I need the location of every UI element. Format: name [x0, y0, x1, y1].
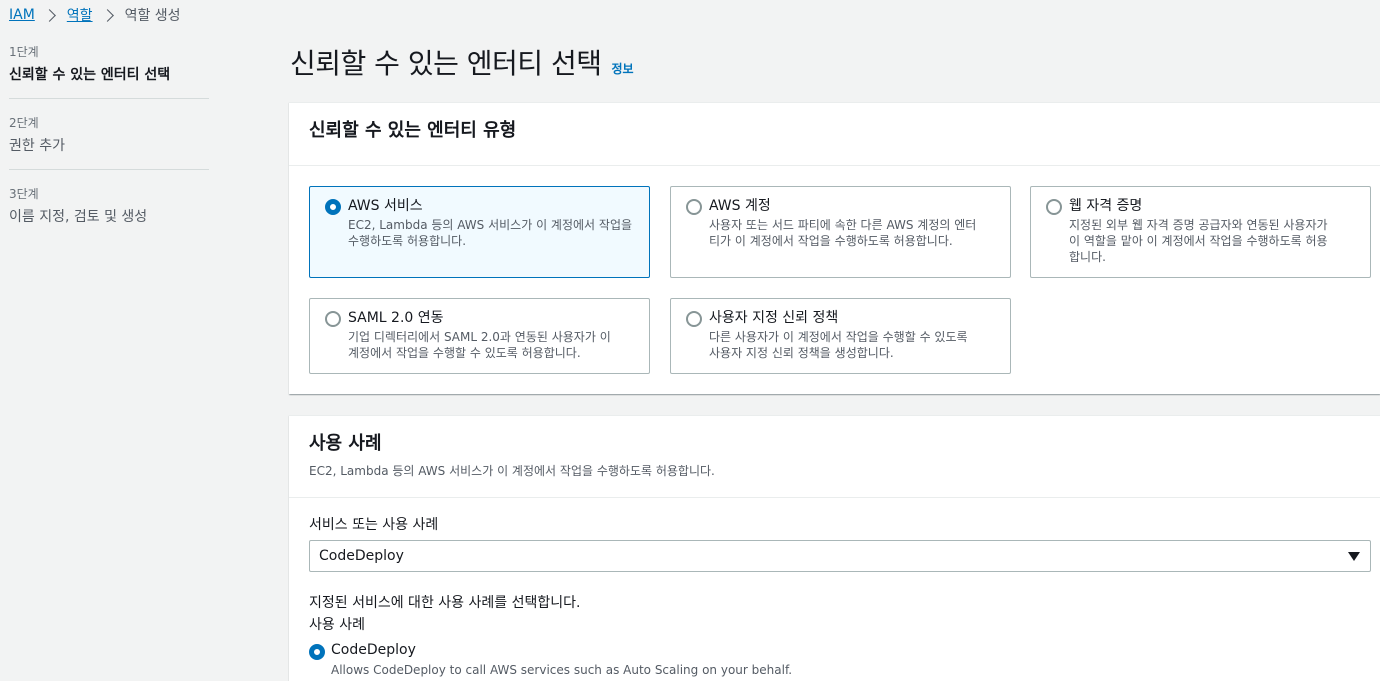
tile-custom-trust-policy[interactable]: 사용자 지정 신뢰 정책 다른 사용자가 이 계정에서 작업을 수행할 수 있도… [670, 298, 1011, 374]
breadcrumb-current: 역할 생성 [124, 8, 181, 24]
tile-description: EC2, Lambda 등의 AWS 서비스가 이 계정에서 작업을 수행하도록… [348, 217, 637, 249]
tile-description: 지정된 외부 웹 자격 증명 공급자와 연동된 사용자가 이 역할을 맡아 이 … [1069, 217, 1358, 265]
step-number: 2단계 [9, 116, 39, 130]
breadcrumb-iam-link[interactable]: IAM [9, 7, 35, 23]
radio-empty-icon[interactable] [686, 199, 702, 215]
service-select[interactable]: CodeDeploy [309, 540, 1371, 572]
choose-use-case-text: 지정된 서비스에 대한 사용 사례를 선택합니다. [309, 595, 581, 611]
wizard-step-3: 3단계 이름 지정, 검토 및 생성 [9, 186, 209, 240]
use-case-option-title[interactable]: CodeDeploy [331, 642, 416, 658]
step-title: 신뢰할 수 있는 엔터티 선택 [9, 67, 171, 83]
chevron-right-icon [100, 8, 114, 22]
service-select-label: 서비스 또는 사용 사례 [309, 517, 439, 533]
tile-desc-line: 사용자 지정 신뢰 정책을 생성합니다. [709, 346, 894, 360]
tile-desc-line: 티가 이 계정에서 작업을 수행하도록 허용합니다. [709, 234, 953, 248]
tile-aws-service[interactable]: AWS 서비스 EC2, Lambda 등의 AWS 서비스가 이 계정에서 작… [309, 186, 650, 278]
step-number: 1단계 [9, 45, 39, 59]
use-case-label: 사용 사례 [309, 617, 365, 633]
info-link[interactable]: 정보 [611, 60, 633, 77]
tile-aws-account[interactable]: AWS 계정 사용자 또는 서드 파티에 속한 다른 AWS 계정의 엔터 티가… [670, 186, 1011, 278]
tile-desc-line: 계정에서 작업을 수행할 수 있도록 허용합니다. [348, 346, 581, 360]
tile-saml-federation[interactable]: SAML 2.0 연동 기업 디렉터리에서 SAML 2.0과 연동된 사용자가… [309, 298, 650, 374]
tile-description: 다른 사용자가 이 계정에서 작업을 수행할 수 있도록 사용자 지정 신뢰 정… [709, 329, 998, 361]
tile-desc-line: 기업 디렉터리에서 SAML 2.0과 연동된 사용자가 이 [348, 330, 611, 344]
tile-description: 기업 디렉터리에서 SAML 2.0과 연동된 사용자가 이 계정에서 작업을 … [348, 329, 637, 361]
panel-header: 사용 사례 EC2, Lambda 등의 AWS 서비스가 이 계정에서 작업을… [289, 416, 1380, 498]
radio-empty-icon[interactable] [325, 311, 341, 327]
wizard-step-1: 1단계 신뢰할 수 있는 엔터티 선택 [9, 44, 209, 99]
tile-desc-line: 합니다. [1069, 250, 1106, 264]
page-header: 신뢰할 수 있는 엔터티 선택 정보 [290, 42, 634, 82]
tile-desc-line: 다른 사용자가 이 계정에서 작업을 수행할 수 있도록 [709, 330, 968, 344]
breadcrumb-roles-link[interactable]: 역할 [67, 5, 93, 25]
page-title: 신뢰할 수 있는 엔터티 선택 [290, 47, 602, 80]
step-number: 3단계 [9, 187, 39, 201]
step-title: 이름 지정, 검토 및 생성 [9, 209, 148, 225]
wizard-step-2: 2단계 권한 추가 [9, 115, 209, 170]
breadcrumb: IAM 역할 역할 생성 [9, 4, 181, 26]
use-case-panel: 사용 사례 EC2, Lambda 등의 AWS 서비스가 이 계정에서 작업을… [289, 415, 1380, 681]
tile-web-identity[interactable]: 웹 자격 증명 지정된 외부 웹 자격 증명 공급자와 연동된 사용자가 이 역… [1030, 186, 1371, 278]
tile-title: SAML 2.0 연동 [348, 310, 444, 326]
caret-down-icon [1348, 552, 1360, 561]
trusted-entity-type-panel: 신뢰할 수 있는 엔터티 유형 AWS 서비스 EC2, Lambda 등의 A… [289, 102, 1380, 394]
tile-desc-line: 이 역할을 맡아 이 계정에서 작업을 수행하도록 허용 [1069, 234, 1328, 248]
tile-desc-line: EC2, Lambda 등의 AWS 서비스가 이 계정에서 작업을 [348, 218, 633, 232]
radio-selected-icon[interactable] [325, 199, 341, 215]
tile-desc-line: 사용자 또는 서드 파티에 속한 다른 AWS 계정의 엔터 [709, 218, 977, 232]
wizard-steps: 1단계 신뢰할 수 있는 엔터티 선택 2단계 권한 추가 3단계 이름 지정,… [9, 44, 209, 256]
tile-title: AWS 계정 [709, 198, 771, 214]
tile-title: 웹 자격 증명 [1069, 198, 1143, 214]
panel-description: EC2, Lambda 등의 AWS 서비스가 이 계정에서 작업을 수행하도록… [309, 464, 715, 478]
use-case-option-description: Allows CodeDeploy to call AWS services s… [331, 663, 793, 677]
tile-desc-line: 수행하도록 허용합니다. [348, 234, 467, 248]
tile-desc-line: 지정된 외부 웹 자격 증명 공급자와 연동된 사용자가 [1069, 218, 1328, 232]
panel-title: 사용 사례 [309, 433, 382, 454]
radio-selected-icon[interactable] [309, 644, 325, 660]
tile-description: 사용자 또는 서드 파티에 속한 다른 AWS 계정의 엔터 티가 이 계정에서… [709, 217, 998, 249]
chevron-right-icon [42, 8, 56, 22]
service-select-value: CodeDeploy [319, 548, 404, 564]
panel-header: 신뢰할 수 있는 엔터티 유형 [289, 103, 1380, 166]
radio-empty-icon[interactable] [1046, 199, 1062, 215]
step-title: 권한 추가 [9, 138, 65, 154]
tile-title: AWS 서비스 [348, 198, 423, 214]
radio-empty-icon[interactable] [686, 311, 702, 327]
panel-title: 신뢰할 수 있는 엔터티 유형 [309, 120, 517, 141]
tile-title: 사용자 지정 신뢰 정책 [709, 310, 839, 326]
